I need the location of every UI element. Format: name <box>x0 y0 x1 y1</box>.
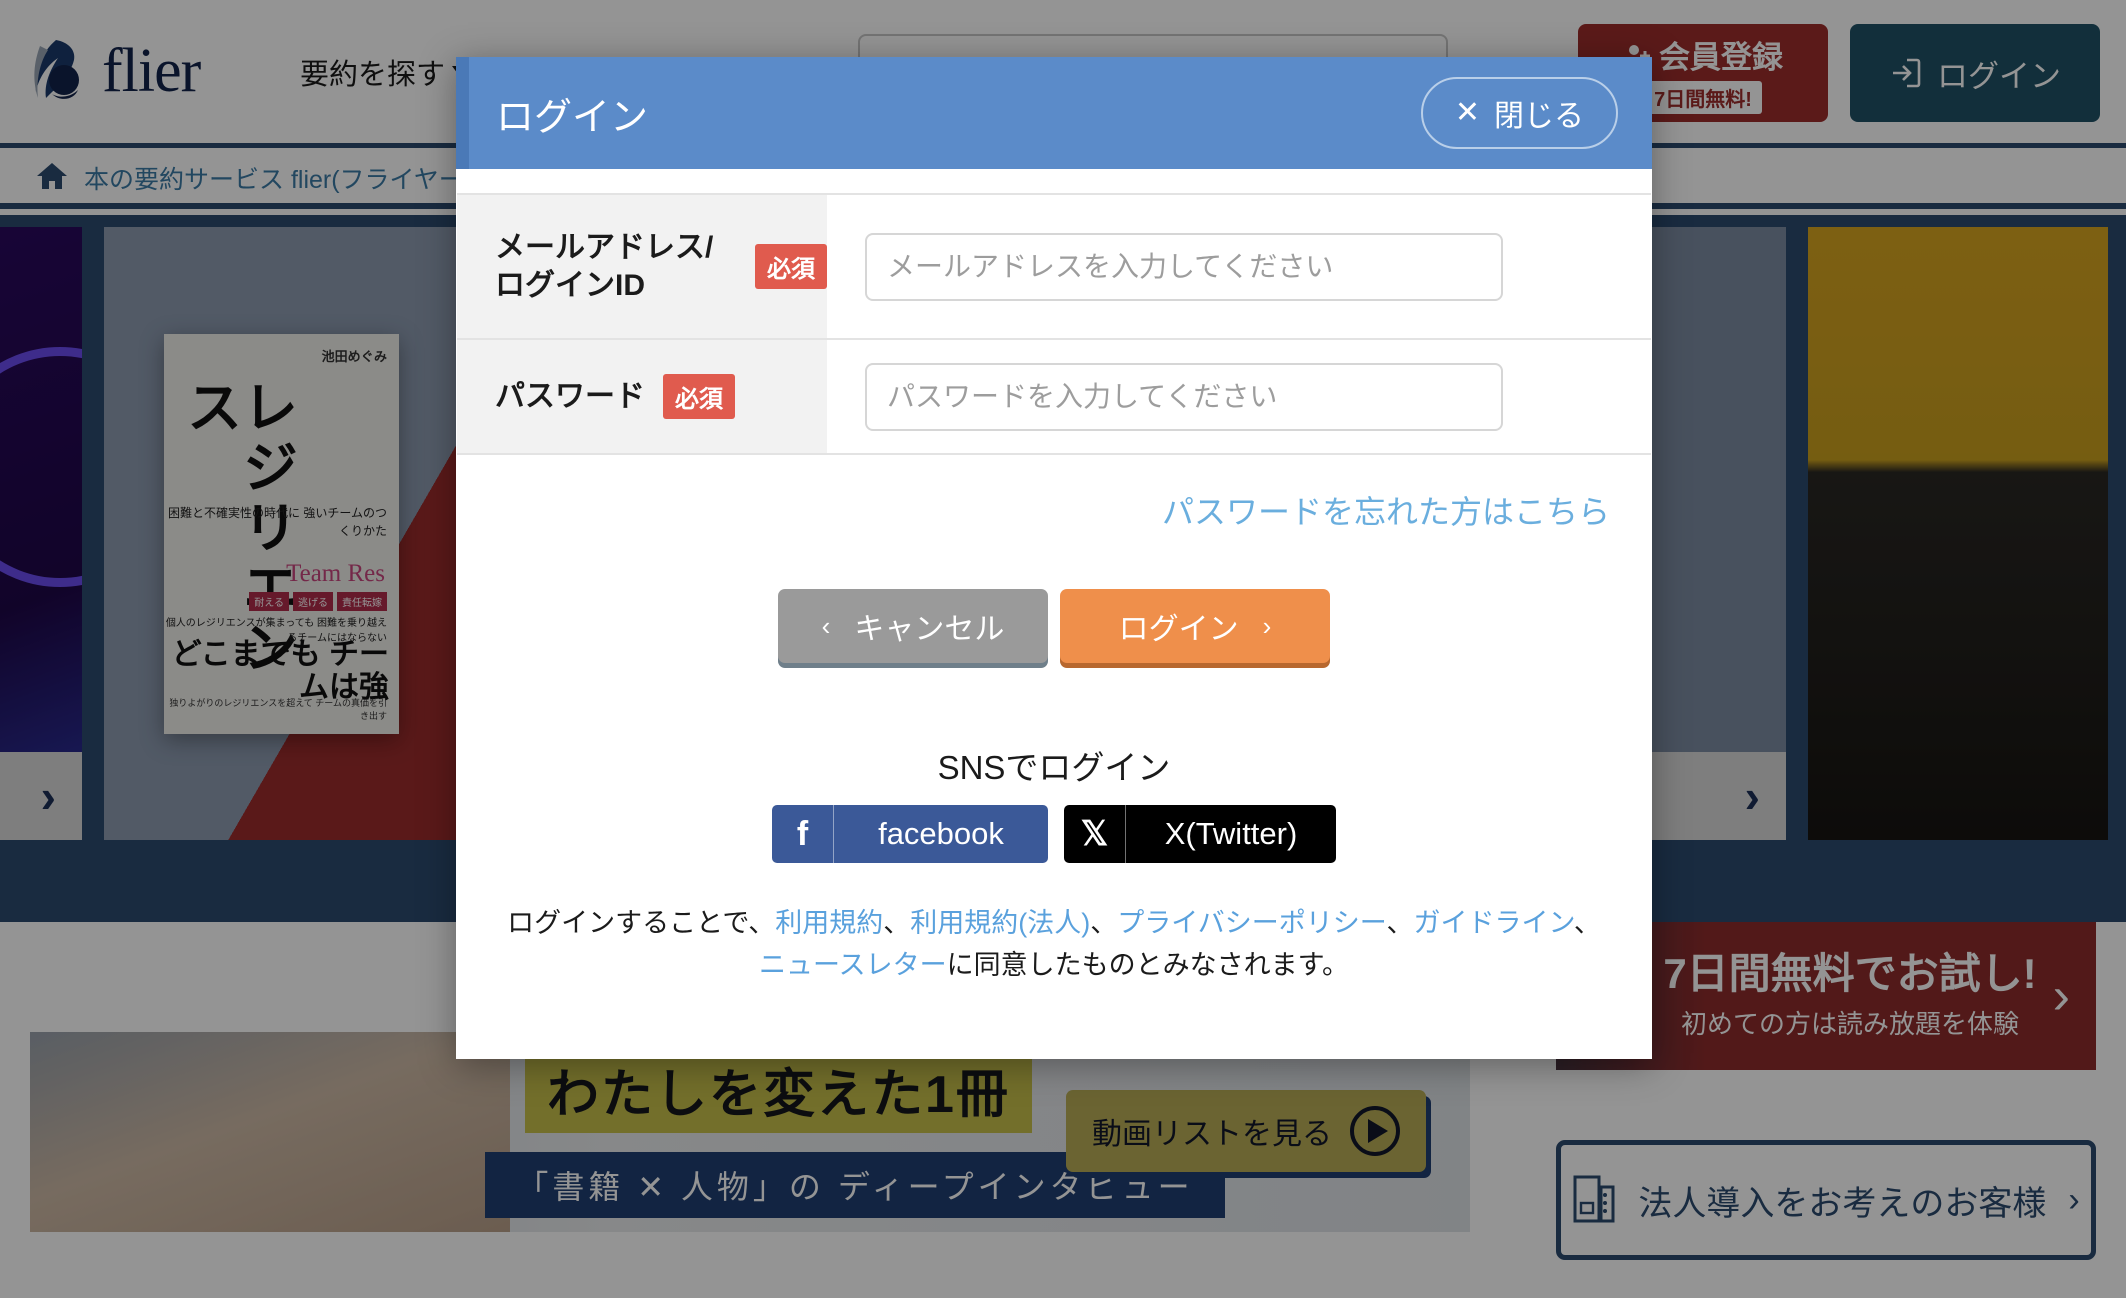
newsletter-link[interactable]: ニュースレター <box>759 950 947 980</box>
x-twitter-login-label: X(Twitter) <box>1164 816 1298 851</box>
terms-lead: ログインすることで、 <box>507 908 776 938</box>
forgot-password-link[interactable]: パスワードを忘れた方はこちら <box>1162 494 1610 530</box>
terms-agreement-text: ログインすることで、利用規約、利用規約(法人)、プライバシーポリシー、ガイドライ… <box>496 903 1612 987</box>
terms-sep: 、 <box>1573 908 1601 938</box>
form-row-email: メールアドレス/ ログインID 必須 <box>457 193 1651 340</box>
login-modal: ログイン ✕ 閉じる メールアドレス/ ログインID 必須 パスワード 必須 <box>456 57 1652 1059</box>
guideline-link[interactable]: ガイドライン <box>1413 908 1573 938</box>
password-required-badge: 必須 <box>663 374 735 419</box>
forgot-password-wrapper: パスワードを忘れた方はこちら <box>456 455 1652 533</box>
terms-of-service-link[interactable]: 利用規約 <box>775 908 883 938</box>
terms-sep: 、 <box>1386 908 1414 938</box>
terms-tail: に同意したものとみなされます。 <box>946 949 1349 980</box>
modal-body: メールアドレス/ ログインID 必須 パスワード 必須 パスワードを忘れた方はこ… <box>456 169 1652 1059</box>
cancel-label: キャンセル <box>854 613 1005 646</box>
close-modal-button[interactable]: ✕ 閉じる <box>1420 77 1618 149</box>
facebook-icon: f <box>772 805 834 863</box>
facebook-login-label: facebook <box>878 816 1004 851</box>
terms-sep: 、 <box>883 908 911 938</box>
email-input[interactable] <box>865 232 1503 301</box>
email-label-cell: メールアドレス/ ログインID 必須 <box>457 195 827 338</box>
sns-login-buttons: f facebook 𝕏 X(Twitter) <box>456 805 1652 863</box>
x-twitter-login-button[interactable]: 𝕏 X(Twitter) <box>1064 805 1336 863</box>
email-label: メールアドレス/ ログインID <box>495 231 714 302</box>
cancel-button[interactable]: ‹ キャンセル <box>778 589 1048 663</box>
chevron-left-icon: ‹ <box>821 610 831 641</box>
modal-actions: ‹ キャンセル ログイン › <box>456 589 1652 663</box>
password-label-cell: パスワード 必須 <box>457 340 827 453</box>
modal-title: ログイン <box>496 96 649 139</box>
form-row-password: パスワード 必須 <box>457 340 1651 455</box>
modal-header: ログイン ✕ 閉じる <box>456 57 1652 169</box>
login-submit-label: ログイン <box>1118 613 1239 646</box>
password-field-cell <box>827 340 1651 453</box>
password-label: パスワード <box>495 379 645 413</box>
chevron-right-icon: › <box>1262 610 1272 641</box>
x-twitter-icon: 𝕏 <box>1064 805 1126 863</box>
sns-login-title: SNSでログイン <box>937 749 1171 786</box>
facebook-login-button[interactable]: f facebook <box>772 805 1048 863</box>
password-input[interactable] <box>865 362 1503 431</box>
terms-sep: 、 <box>1090 908 1118 938</box>
terms-of-service-corporate-link[interactable]: 利用規約(法人) <box>910 908 1090 938</box>
privacy-policy-link[interactable]: プライバシーポリシー <box>1117 908 1386 938</box>
close-modal-label: 閉じる <box>1494 100 1584 133</box>
close-icon: ✕ <box>1454 96 1480 129</box>
email-field-cell <box>827 195 1651 338</box>
login-submit-button[interactable]: ログイン › <box>1060 589 1330 663</box>
email-required-badge: 必須 <box>755 244 827 289</box>
